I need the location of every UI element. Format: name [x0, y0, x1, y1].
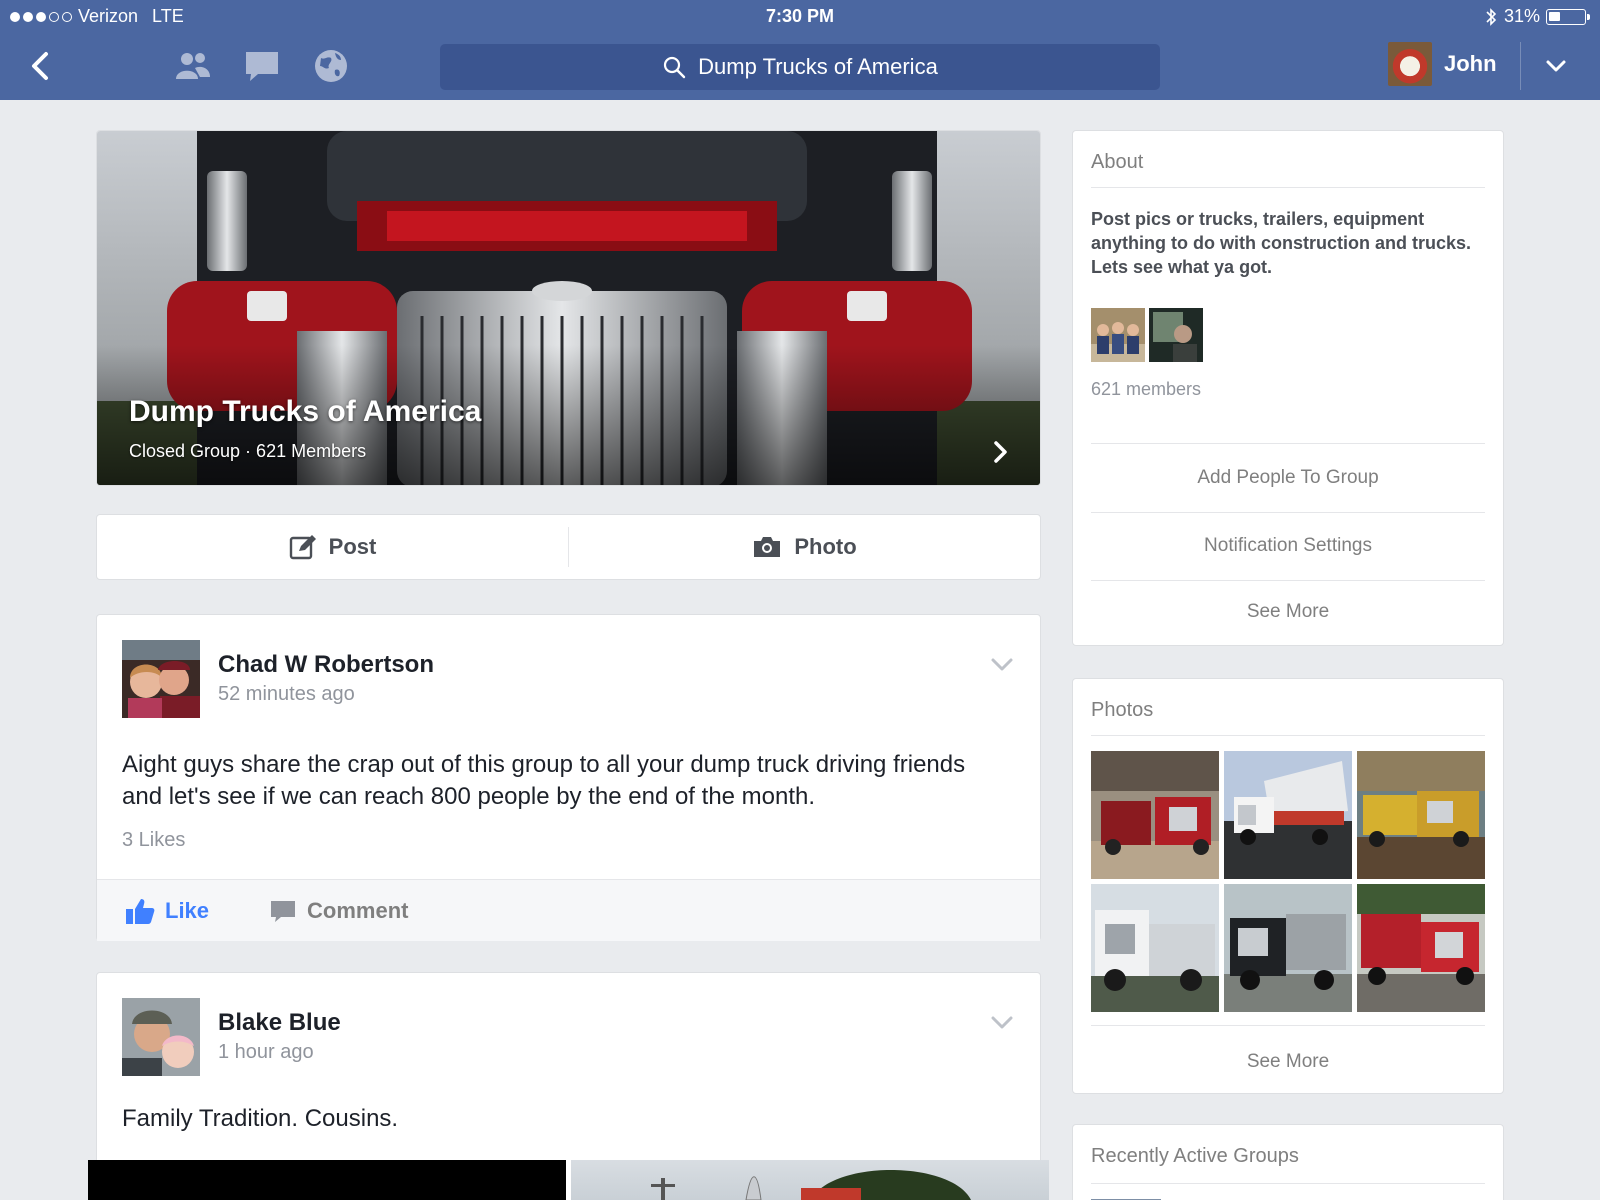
- chevron-down-icon[interactable]: [1542, 52, 1570, 80]
- search-bar[interactable]: Dump Trucks of America: [440, 44, 1160, 90]
- messages-icon[interactable]: [242, 46, 282, 86]
- about-see-more-button[interactable]: See More: [1091, 601, 1485, 623]
- photo-thumbnail[interactable]: [1224, 751, 1352, 879]
- about-panel: About Post pics or trucks, trailers, equ…: [1072, 130, 1504, 646]
- photo-thumbnail[interactable]: [1091, 884, 1219, 1012]
- comment-button[interactable]: Comment: [269, 898, 408, 924]
- divider: [1091, 512, 1485, 513]
- group-subtitle: Closed Group · 621 Members: [129, 441, 367, 461]
- thumbs-up-icon: [126, 898, 155, 924]
- post-menu-chevron-icon[interactable]: [990, 1015, 1014, 1031]
- member-avatar[interactable]: [1091, 308, 1145, 362]
- post-photo[interactable]: [571, 1160, 1049, 1200]
- member-thumbnails: [1091, 308, 1203, 362]
- post-author[interactable]: Chad W Robertson: [218, 651, 434, 679]
- group-name: Dump Trucks of America: [129, 395, 482, 428]
- divider: [1091, 735, 1485, 736]
- divider: [1091, 580, 1485, 581]
- friends-icon[interactable]: [173, 46, 213, 86]
- photos-see-more-button[interactable]: See More: [1091, 1051, 1485, 1073]
- like-label: Like: [165, 897, 210, 923]
- photo-thumbnail[interactable]: [1357, 751, 1485, 879]
- post-text: Aight guys share the crap out of this gr…: [122, 751, 966, 810]
- like-button[interactable]: Like: [125, 897, 209, 925]
- feed-post: Chad W Robertson 52 minutes ago Aight gu…: [96, 614, 1041, 941]
- photos-panel: Photos See More: [1072, 678, 1504, 1094]
- post-time: 52 minutes ago: [218, 683, 355, 705]
- photo-grid: [1091, 751, 1485, 1012]
- divider: [1091, 443, 1485, 444]
- chevron-right-icon[interactable]: [990, 437, 1012, 467]
- post-text: Family Tradition. Cousins.: [122, 1105, 399, 1132]
- status-time: 7:30 PM: [765, 6, 835, 26]
- recent-groups-heading: Recently Active Groups: [1091, 1145, 1299, 1167]
- photo-button[interactable]: Photo: [569, 515, 1040, 579]
- composer-bar: Post Photo: [96, 514, 1041, 580]
- camera-icon: [754, 537, 781, 557]
- about-heading: About: [1091, 151, 1144, 173]
- top-bar: Verizon LTE 7:30 PM 31% Dump Trucks of A…: [0, 0, 1600, 100]
- recent-groups-panel: Recently Active Groups: [1072, 1124, 1504, 1200]
- status-bar: Verizon LTE 7:30 PM 31%: [0, 0, 1600, 32]
- back-chevron-icon[interactable]: [24, 46, 58, 86]
- member-avatar[interactable]: [1149, 308, 1203, 362]
- post-menu-chevron-icon[interactable]: [990, 657, 1014, 673]
- divider: [1091, 1183, 1485, 1184]
- notification-settings-button[interactable]: Notification Settings: [1091, 535, 1485, 557]
- post-time: 1 hour ago: [218, 1041, 314, 1063]
- comment-icon: [271, 900, 296, 922]
- user-name: John: [1444, 51, 1497, 76]
- photo-thumbnail[interactable]: [1091, 751, 1219, 879]
- battery-icon: [1546, 8, 1590, 25]
- search-icon: [664, 56, 686, 79]
- group-description: Post pics or trucks, trailers, equipment…: [1091, 209, 1472, 277]
- nav-divider: [1520, 42, 1521, 90]
- compose-icon: [289, 535, 316, 560]
- globe-icon[interactable]: [311, 46, 351, 86]
- post-button[interactable]: Post: [97, 515, 568, 579]
- divider: [1091, 1025, 1485, 1026]
- nav-bar: Dump Trucks of America John: [0, 32, 1600, 100]
- post-photo[interactable]: [88, 1160, 566, 1200]
- post-author[interactable]: Blake Blue: [218, 1009, 341, 1037]
- author-avatar[interactable]: [122, 640, 200, 718]
- add-people-button[interactable]: Add People To Group: [1091, 467, 1485, 489]
- battery-percent: 31%: [1503, 6, 1540, 26]
- photo-label: Photo: [794, 534, 857, 559]
- member-count: 621 members: [1091, 379, 1202, 399]
- group-cover[interactable]: Dump Trucks of America Closed Group · 62…: [96, 130, 1041, 486]
- photo-thumbnail[interactable]: [1224, 884, 1352, 1012]
- divider: [1091, 187, 1485, 188]
- user-avatar: [1388, 42, 1432, 86]
- post-actions: Like Comment: [97, 879, 1040, 941]
- post-label: Post: [328, 534, 377, 559]
- author-avatar[interactable]: [122, 998, 200, 1076]
- comment-label: Comment: [307, 897, 409, 923]
- photo-thumbnail[interactable]: [1357, 884, 1485, 1012]
- photos-heading: Photos: [1091, 699, 1154, 721]
- bluetooth-icon: [1486, 7, 1497, 26]
- user-profile[interactable]: John: [1388, 42, 1497, 86]
- search-text: Dump Trucks of America: [698, 54, 938, 79]
- post-like-count[interactable]: 3 Likes: [122, 829, 185, 852]
